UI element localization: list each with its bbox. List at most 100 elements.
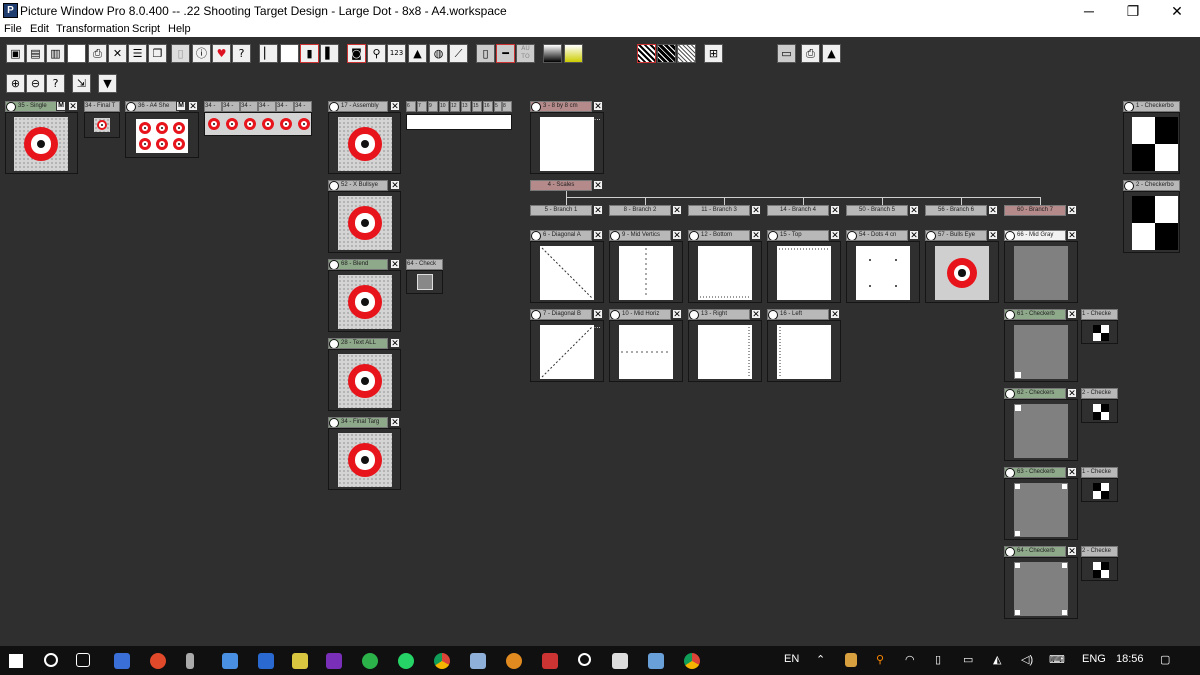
channel-5[interactable]: 5 xyxy=(494,101,502,112)
more-button[interactable]: ... xyxy=(594,321,601,330)
pattern3-icon[interactable] xyxy=(677,44,696,63)
node-7-thumb[interactable]: ... xyxy=(530,320,604,382)
node-62-thumb[interactable] xyxy=(1004,399,1078,461)
branch-7-header[interactable]: 60 - Branch 7 xyxy=(1004,205,1066,216)
node-3-header[interactable]: 3 - 8 by 8 cm xyxy=(530,101,592,112)
node-10-close[interactable]: ✕ xyxy=(672,309,682,319)
checker-side-1-thumb[interactable] xyxy=(1081,320,1118,344)
node-28-thumb[interactable] xyxy=(328,349,401,411)
search-icon[interactable] xyxy=(44,653,58,667)
node-52-close[interactable]: ✕ xyxy=(390,180,400,190)
gradient-color-icon[interactable] xyxy=(564,44,583,63)
node-15-thumb[interactable] xyxy=(767,241,841,303)
node-57-header[interactable]: 57 - Bulls Eye xyxy=(925,230,987,241)
node-10-thumb[interactable] xyxy=(609,320,683,382)
node-34-row-thumbs[interactable] xyxy=(204,112,312,136)
chrome-icon-2[interactable] xyxy=(684,653,700,669)
branch-7-close[interactable]: ✕ xyxy=(1067,205,1077,215)
node-17-thumb[interactable] xyxy=(328,112,401,174)
branch-5-close[interactable]: ✕ xyxy=(909,205,919,215)
channel-13[interactable]: 13 xyxy=(461,101,471,112)
auto-icon[interactable]: AU TO xyxy=(516,44,535,63)
print-icon[interactable]: ⎙ xyxy=(88,44,107,63)
branch-2-close[interactable]: ✕ xyxy=(672,205,682,215)
branch-1-close[interactable]: ✕ xyxy=(593,205,603,215)
node-54-close[interactable]: ✕ xyxy=(909,230,919,240)
channel-7[interactable]: 7 xyxy=(417,101,427,112)
tray-search-icon[interactable]: ⚲ xyxy=(876,653,884,666)
help-small-icon[interactable]: ? xyxy=(46,74,65,93)
node-34b-thumb[interactable] xyxy=(328,428,401,490)
node-62-header[interactable]: 62 - Checkers xyxy=(1004,388,1066,399)
info-icon[interactable]: ⓘ xyxy=(192,44,211,63)
node-34-1-header[interactable]: 34 - xyxy=(204,101,222,112)
node-7-header[interactable]: 7 - Diagonal B xyxy=(530,309,592,320)
alert-icon[interactable]: ▲ xyxy=(822,44,841,63)
app-icon-10[interactable] xyxy=(648,653,664,669)
channel-6[interactable]: 6 xyxy=(406,101,416,112)
node-36-thumb[interactable] xyxy=(125,112,199,158)
node-34-5-header[interactable]: 34 - xyxy=(276,101,294,112)
network-icon[interactable]: ◭ xyxy=(993,653,1001,666)
palette-icon[interactable]: ◍ xyxy=(429,44,448,63)
menu-help[interactable]: Help xyxy=(168,23,191,35)
node-13-header[interactable]: 13 - Right xyxy=(688,309,750,320)
line-icon[interactable] xyxy=(362,653,378,669)
node-16-header[interactable]: 16 - Left xyxy=(767,309,829,320)
branch-6-header[interactable]: 56 - Branch 6 xyxy=(925,205,987,216)
chevron-up-icon[interactable]: ⌃ xyxy=(816,653,825,666)
right-checker-1-header[interactable]: 1 - Checkerbo xyxy=(1123,101,1180,112)
node-63-header[interactable]: 63 - Checkerb xyxy=(1004,467,1066,478)
node-4-close[interactable]: ✕ xyxy=(593,180,603,190)
checker-side-3-thumb[interactable] xyxy=(1081,478,1118,502)
channel-16[interactable]: 16 xyxy=(483,101,493,112)
pattern1-icon[interactable] xyxy=(637,44,656,63)
node-36-close[interactable]: ✕ xyxy=(188,101,198,111)
split-h-icon[interactable]: ━ xyxy=(496,44,515,63)
panel-left-icon[interactable]: ▏ xyxy=(259,44,278,63)
node-34-3-header[interactable]: 34 - xyxy=(240,101,258,112)
tray-app-icon[interactable] xyxy=(845,653,857,667)
mark-button[interactable]: M xyxy=(176,101,186,111)
close-image-icon[interactable]: ✕ xyxy=(108,44,127,63)
minimize-button[interactable]: ─ xyxy=(1067,0,1111,22)
node-36-header[interactable]: 36 - A4 She xyxy=(125,101,179,112)
help-icon[interactable]: ? xyxy=(232,44,251,63)
channel-9[interactable]: 9 xyxy=(428,101,438,112)
new-icon[interactable] xyxy=(67,44,86,63)
node-28-header[interactable]: 28 - Text ALL xyxy=(328,338,388,349)
maximize-button[interactable]: ❐ xyxy=(1111,0,1155,22)
channel-8[interactable]: 8 xyxy=(502,101,512,112)
channel-12[interactable]: 12 xyxy=(450,101,460,112)
app-icon-8[interactable] xyxy=(506,653,522,669)
node-57-close[interactable]: ✕ xyxy=(988,230,998,240)
node-68-header[interactable]: 68 - Blend xyxy=(328,259,388,270)
branch-5-header[interactable]: 50 - Branch 5 xyxy=(846,205,908,216)
node-7-close[interactable]: ✕ xyxy=(593,309,603,319)
channel-10[interactable]: 10 xyxy=(439,101,449,112)
app-icon-3[interactable] xyxy=(186,653,194,669)
magnifier-icon[interactable]: ⚲ xyxy=(367,44,386,63)
volume-icon[interactable]: ◁) xyxy=(1021,653,1033,666)
node-34b-header[interactable]: 34 - Final Targ xyxy=(328,417,388,428)
node-64-thumb[interactable] xyxy=(406,270,443,294)
node-12-close[interactable]: ✕ xyxy=(751,230,761,240)
lang-indicator-2[interactable]: ENG xyxy=(1082,653,1106,665)
node-61-header[interactable]: 61 - Checkerb xyxy=(1004,309,1066,320)
open-icon[interactable]: ▣ xyxy=(6,44,25,63)
right-checker-1-thumb[interactable] xyxy=(1123,112,1180,174)
mouse-icon[interactable]: ◙ xyxy=(347,44,366,63)
pattern2-icon[interactable] xyxy=(657,44,676,63)
node-13-thumb[interactable] xyxy=(688,320,762,382)
node-62-close[interactable]: ✕ xyxy=(1067,388,1077,398)
app-icon-5[interactable] xyxy=(258,653,274,669)
node-61-thumb[interactable] xyxy=(1004,320,1078,382)
copy-icon[interactable]: ❐ xyxy=(148,44,167,63)
gradient-icon[interactable] xyxy=(543,44,562,63)
node-54-thumb[interactable] xyxy=(846,241,920,303)
node-9-header[interactable]: 9 - Mid Vertics xyxy=(609,230,671,241)
node-6-close[interactable]: ✕ xyxy=(593,230,603,240)
node-34b-close[interactable]: ✕ xyxy=(390,417,400,427)
right-checker-2-header[interactable]: 2 - Checkerbo xyxy=(1123,180,1180,191)
node-64-header[interactable]: 64 - Check xyxy=(406,259,443,270)
